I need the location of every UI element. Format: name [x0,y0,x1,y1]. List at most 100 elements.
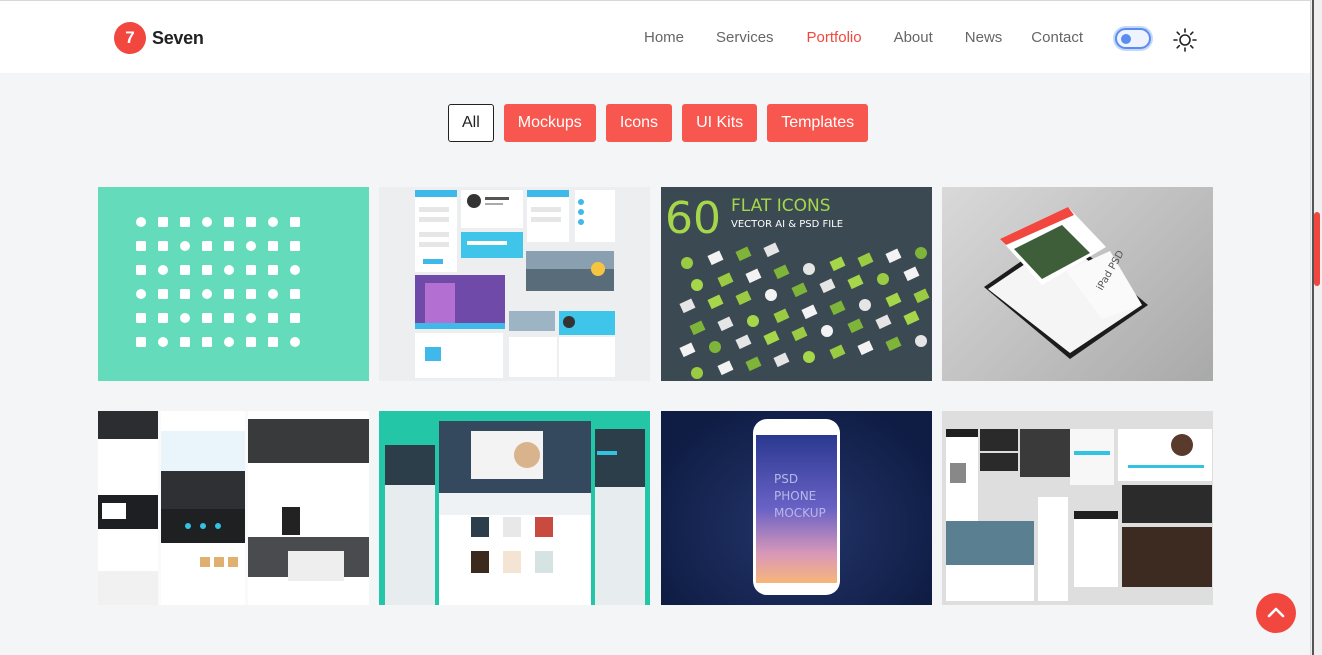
website-teal-preview [385,421,645,605]
glyph-icon [202,217,212,227]
glyph-icon [202,241,212,251]
flat-icon-glyph [709,341,721,353]
flat-icon-glyph [765,289,777,301]
glyph-icon [180,337,190,347]
brand-badge: 7 [114,22,146,54]
glyph-icon [246,241,256,251]
flat-icon-glyph [803,263,815,275]
nav-services[interactable]: Services [716,29,774,46]
flat-icon-glyph [773,308,790,324]
flat-icon-glyph [875,314,892,330]
flat-icon-glyph [791,326,808,342]
phone-mockup-preview: PSD PHONE MOCKUP [753,419,840,595]
flat-icon-glyph [689,320,706,336]
glyph-icon [136,241,146,251]
flat-icons-preview: 60 FLAT ICONS VECTOR AI & PSD FILE [665,193,930,379]
glyph-icon [268,289,278,299]
glyph-icon [224,313,234,323]
portfolio-item-website-template-teal[interactable] [379,411,650,605]
glyph-icon [158,265,168,275]
nav-contact[interactable]: Contact [1031,29,1083,46]
flat-icon-glyph [803,351,815,363]
flat-icon-glyph [885,336,902,352]
glyph-icon [224,289,234,299]
portfolio-filters: All Mockups Icons UI Kits Templates [448,104,878,142]
glyph-icon [136,337,146,347]
glyph-icon [268,313,278,323]
flat-icon-glyph [885,248,902,264]
glyph-icon [268,337,278,347]
scrollbar-thumb[interactable] [1314,212,1320,286]
glyph-icon [202,313,212,323]
portfolio-item-ui-kit-photo[interactable] [942,411,1213,605]
icon-set-grid [136,217,300,347]
flat-icon-glyph [679,342,696,358]
nav-home[interactable]: Home [644,29,684,46]
glyph-icon [158,241,168,251]
flat-icon-glyph [829,344,846,360]
main-nav: Home Services Portfolio About News Conta… [644,29,1115,46]
glyph-icon [290,265,300,275]
filter-all[interactable]: All [448,104,494,142]
nav-about[interactable]: About [894,29,933,46]
flat-icon-glyph [877,273,889,285]
flat-icon-glyph [821,325,833,337]
flat-icon-glyph [691,367,703,379]
scrollbar-track [1312,0,1314,655]
flat-icon-glyph [829,300,846,316]
flat-icon-glyph [915,335,927,347]
glyph-icon [224,217,234,227]
site-header: 7 Seven Home Services Portfolio About Ne… [0,0,1310,73]
flat-icon-glyph [763,242,780,258]
ui-kit-preview [415,190,615,378]
flat-icons-number: 60 [665,193,721,244]
phone-screen-line-2: PHONE [774,489,816,503]
portfolio-item-ipad-mockup[interactable]: iPad PSD [942,187,1213,381]
flat-icon-glyph [717,272,734,288]
flat-icon-glyph [679,298,696,314]
glyph-icon [136,313,146,323]
flat-icon-glyph [763,330,780,346]
portfolio-item-phone-mockup[interactable]: PSD PHONE MOCKUP [661,411,932,605]
brand-logo[interactable]: 7 Seven [114,22,204,54]
flat-icon-glyph [913,288,930,304]
flat-icon-glyph [773,264,790,280]
back-to-top-button[interactable] [1256,593,1296,633]
flat-icon-glyph [903,310,920,326]
glyph-icon [202,337,212,347]
glyph-icon [158,217,168,227]
flat-icon-glyph [847,318,864,334]
flat-icon-glyph [773,352,790,368]
page-scrollbar[interactable] [1310,0,1322,655]
glyph-icon [290,217,300,227]
glyph-icon [268,241,278,251]
portfolio-item-icon-set[interactable] [98,187,369,381]
glyph-icon [268,265,278,275]
filter-templates[interactable]: Templates [767,104,869,142]
flat-icon-glyph [735,334,752,350]
flat-icon-glyph [747,315,759,327]
flat-icon-glyph [857,340,874,356]
portfolio-item-flat-icons[interactable]: 60 FLAT ICONS VECTOR AI & PSD FILE [661,187,932,381]
filter-ui-kits[interactable]: UI Kits [682,104,758,142]
brand-name: Seven [152,27,204,48]
glyph-icon [136,217,146,227]
sun-icon[interactable] [1173,28,1197,52]
theme-toggle[interactable] [1115,28,1151,49]
glyph-icon [180,217,190,227]
nav-news[interactable]: News [965,29,1003,46]
portfolio-item-ui-kit-light[interactable] [379,187,650,381]
glyph-icon [246,313,256,323]
flat-icon-glyph [735,290,752,306]
glyph-icon [290,313,300,323]
phone-screen-line-1: PSD [774,472,798,486]
glyph-icon [224,265,234,275]
filter-mockups[interactable]: Mockups [503,104,596,142]
flat-icon-glyph [847,274,864,290]
filter-icons[interactable]: Icons [605,104,673,142]
portfolio-item-website-template-dark[interactable] [98,411,369,605]
glyph-icon [180,289,190,299]
nav-portfolio[interactable]: Portfolio [807,29,862,46]
glyph-icon [158,289,168,299]
flat-icon-glyph [717,316,734,332]
